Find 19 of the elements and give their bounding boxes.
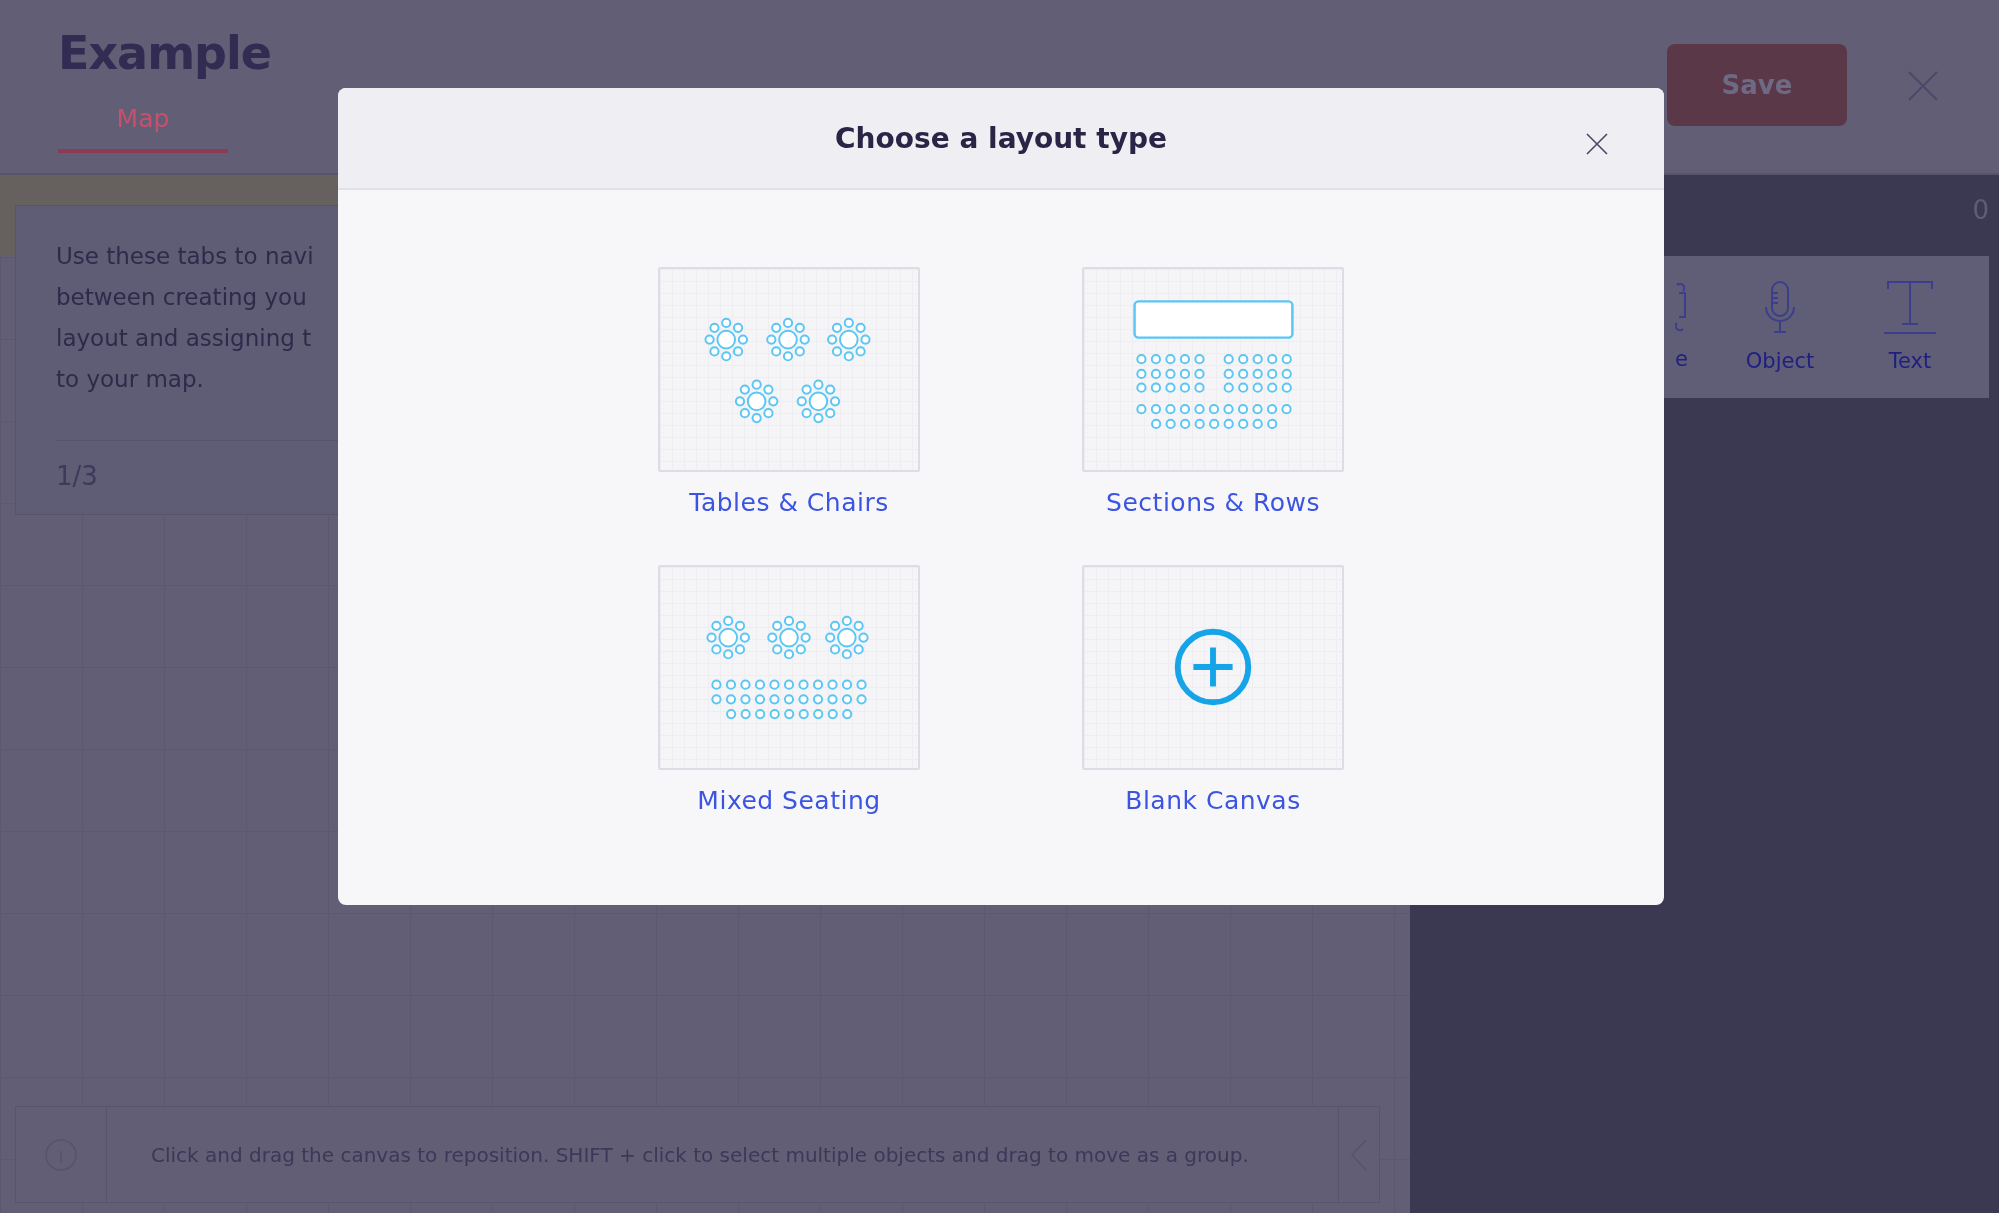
layout-option-card[interactable] xyxy=(658,267,920,472)
microphone-icon[interactable] xyxy=(1763,281,1797,335)
layout-option-card[interactable] xyxy=(1082,565,1344,770)
layout-option-link[interactable]: Tables & Chairs xyxy=(689,488,889,517)
layout-option-card[interactable] xyxy=(658,565,920,770)
tool-label[interactable]: e xyxy=(1675,347,1688,371)
layout-option-link[interactable]: Mixed Seating xyxy=(697,786,881,815)
tool-label[interactable]: Text xyxy=(1888,349,1932,373)
tool-icon[interactable] xyxy=(1675,283,1689,333)
modal-title: Choose a layout type xyxy=(835,121,1167,155)
tab[interactable]: Map xyxy=(58,98,228,153)
layout-option-link[interactable]: Blank Canvas xyxy=(1125,786,1301,815)
text-tool-icon[interactable] xyxy=(1883,281,1937,335)
layout-option-link[interactable]: Sections & Rows xyxy=(1106,488,1320,517)
save-button[interactable]: Save xyxy=(1667,44,1847,126)
plus-circle-icon xyxy=(1174,628,1252,706)
layout-option-card[interactable] xyxy=(1082,267,1344,472)
close-icon[interactable] xyxy=(1586,133,1608,155)
tool-label[interactable]: Object xyxy=(1745,349,1815,373)
